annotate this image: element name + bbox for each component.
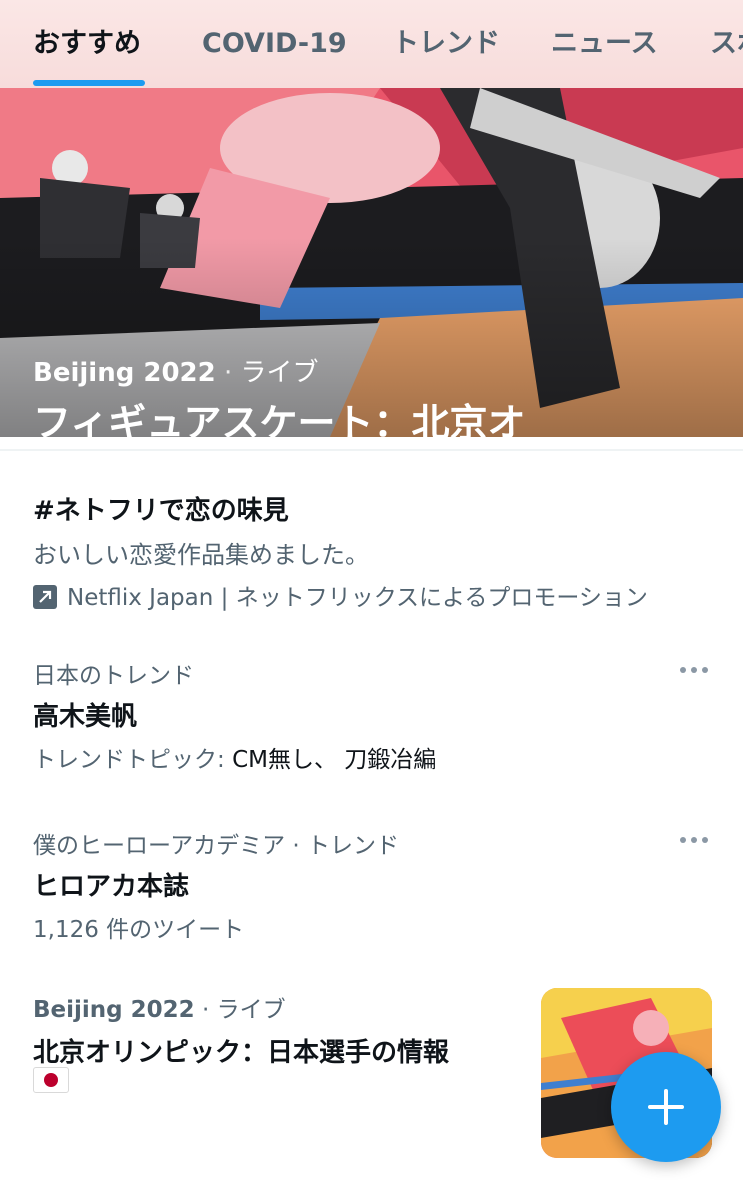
tab-for-you[interactable]: おすすめ (33, 24, 141, 64)
trend-context: 日本のトレンド (33, 663, 194, 689)
promoted-arrow-icon (33, 585, 57, 609)
trend-topics: トレンドトピック: CM無し、 刀鍛冶編 (33, 740, 436, 774)
japan-flag-icon (33, 1067, 69, 1093)
event-status: ライブ (216, 997, 286, 1023)
promoted-trend-title: #ネトフリで恋の味見 (33, 496, 289, 526)
tab-covid19[interactable]: COVID-19 (202, 24, 347, 64)
promoted-by-text: Netflix Japan | ネットフリックスによるプロモーション (67, 585, 648, 611)
promoted-by-line: Netflix Japan | ネットフリックスによるプロモーション (33, 578, 648, 612)
trend-item[interactable]: 日本のトレンド 高木美帆 トレンドトピック: CM無し、 刀鍛冶編 (0, 656, 743, 776)
trend-title: ヒロアカ本誌 (33, 872, 190, 902)
explore-tab-bar: おすすめ COVID-19 トレンド ニュース スポ (0, 0, 743, 88)
hero-context: Beijing 2022 · ライブ (33, 352, 319, 389)
tab-sports[interactable]: スポ (710, 24, 743, 64)
trend-tweet-count: 1,126 件のツイート (33, 917, 245, 943)
trend-topics-list: CM無し、 刀鍛冶編 (232, 747, 437, 773)
plus-icon (648, 1089, 684, 1125)
trend-title: 高木美帆 (33, 702, 138, 732)
hero-event-card[interactable]: Beijing 2022 · ライブ フィギュアスケート：北京オリンピック (0, 88, 743, 437)
trend-topics-prefix: トレンドトピック: (33, 747, 225, 773)
more-dots-icon[interactable] (676, 830, 712, 850)
more-dots-icon[interactable] (676, 660, 712, 680)
compose-fab[interactable] (611, 1052, 721, 1162)
hero-source: Beijing 2022 (33, 358, 216, 388)
explore-page: おすすめ COVID-19 トレンド ニュース スポ Beij (0, 0, 743, 1199)
active-tab-indicator (33, 80, 145, 86)
event-separator: · (201, 997, 210, 1023)
event-context: Beijing 2022 · ライブ (33, 990, 286, 1024)
hero-status: ライブ (240, 358, 319, 388)
event-source: Beijing 2022 (33, 997, 195, 1023)
promoted-trend-description: おいしい恋愛作品集めました。 (33, 541, 369, 569)
trend-item[interactable]: 僕のヒーローアカデミア · トレンド ヒロアカ本誌 1,126 件のツイート (0, 826, 743, 946)
tab-trending[interactable]: トレンド (392, 24, 500, 64)
hero-separator: · (224, 358, 233, 388)
tab-news[interactable]: ニュース (551, 24, 658, 64)
promoted-trend[interactable]: #ネトフリで恋の味見 おいしい恋愛作品集めました。 Netflix Japan … (0, 470, 743, 612)
hero-title: フィギュアスケート：北京オリンピック (33, 401, 526, 437)
section-divider (0, 449, 743, 451)
trend-context: 僕のヒーローアカデミア · トレンド (33, 833, 400, 859)
event-title: 北京オリンピック：日本選手の情報 (33, 1038, 450, 1068)
